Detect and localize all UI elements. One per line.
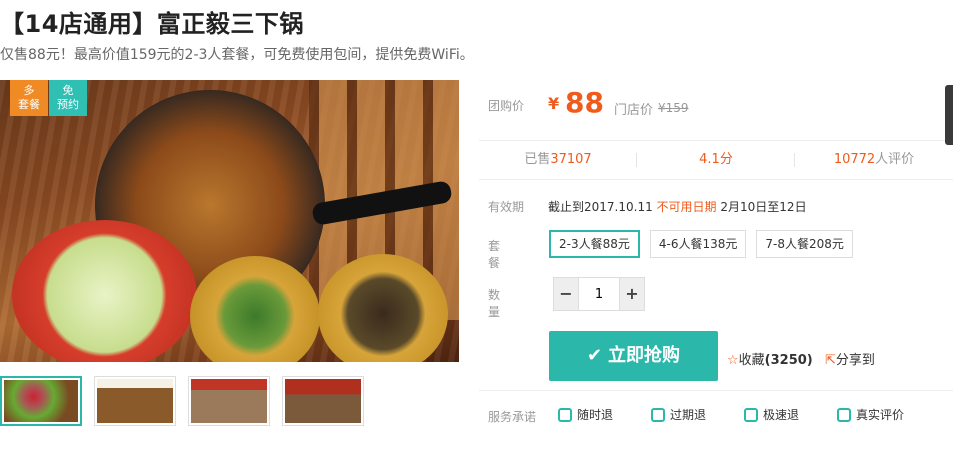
minus-button[interactable]: − <box>554 278 578 310</box>
promise-real-review: 真实评价 <box>837 406 904 423</box>
service-promise-row: 服务承诺 随时退 过期退 极速退 真实评价 <box>479 390 953 436</box>
currency-symbol: ¥ <box>548 94 560 113</box>
multi-store-badge: 多 套餐 <box>10 80 48 116</box>
no-reservation-badge: 免 预约 <box>49 80 87 116</box>
promise-refund-expired: 过期退 <box>651 406 706 423</box>
stats-bar: 已售37107 4.1分 10772人评价 <box>479 140 953 180</box>
real-review-icon <box>837 408 851 422</box>
favorite-button[interactable]: ☆收藏(3250) <box>727 349 813 368</box>
main-product-image[interactable] <box>0 80 459 362</box>
plus-button[interactable]: + <box>620 278 644 310</box>
store-price-label: 门店价 <box>614 103 654 118</box>
rating[interactable]: 4.1分 <box>637 141 795 179</box>
deal-info-panel: 团购价 ¥ 88 门店价 ¥159 已售37107 4.1分 10772人评价 … <box>479 80 953 424</box>
side-dish <box>318 254 448 362</box>
share-button[interactable]: ⇱分享到 <box>825 349 875 368</box>
quantity-input[interactable] <box>578 278 620 310</box>
combo-option-7-8[interactable]: 7-8人餐208元 <box>756 230 853 258</box>
buy-now-label: 立即抢购 <box>608 345 681 366</box>
group-price: 88 <box>565 86 604 119</box>
service-promise-label: 服务承诺 <box>488 410 537 424</box>
validity-label: 有效期 <box>488 200 525 214</box>
refund-anytime-icon <box>558 408 572 422</box>
review-count[interactable]: 10772人评价 <box>795 141 953 179</box>
deal-subtitle: 仅售88元！最高价值159元的2-3人套餐，可免费使用包间，提供免费WiFi。 <box>0 47 474 63</box>
quantity-stepper: − + <box>553 277 645 311</box>
unavailable-dates: 2月10日至12日 <box>720 200 807 214</box>
refund-expired-icon <box>651 408 665 422</box>
combo-option-4-6[interactable]: 4-6人餐138元 <box>649 230 747 258</box>
promise-fast-refund: 极速退 <box>744 406 799 423</box>
store-price: ¥159 <box>658 101 689 115</box>
thumbnail-4[interactable] <box>282 376 364 426</box>
validity-row: 有效期 截止到2017.10.11 不可用日期 2月10日至12日 <box>488 198 807 215</box>
price-row: 团购价 ¥ 88 门店价 ¥159 <box>479 80 953 136</box>
star-icon: ☆ <box>727 353 739 368</box>
cabbage-plate <box>12 220 197 362</box>
fast-refund-icon <box>744 408 758 422</box>
combo-label: 套餐 <box>488 239 501 270</box>
thumbnail-1[interactable] <box>0 376 82 426</box>
share-icon: ⇱ <box>825 353 836 368</box>
check-icon: ✔ <box>586 345 603 366</box>
side-scroll-handle[interactable] <box>945 85 953 145</box>
validity-until: 截止到2017.10.11 <box>548 200 653 214</box>
buy-now-button[interactable]: ✔ 立即抢购 <box>549 331 718 381</box>
page-title: 【14店通用】富正毅三下锅 <box>0 10 304 38</box>
unavailable-dates-label: 不可用日期 <box>656 200 717 214</box>
thumbnail-3[interactable] <box>188 376 270 426</box>
thumbnail-2[interactable] <box>94 376 176 426</box>
quantity-label: 数量 <box>488 288 501 319</box>
promise-refund-anytime: 随时退 <box>558 406 613 423</box>
sold-count: 已售37107 <box>479 141 637 179</box>
combo-option-2-3[interactable]: 2-3人餐88元 <box>549 230 640 258</box>
thumbnail-strip <box>0 376 364 426</box>
group-price-label: 团购价 <box>488 99 525 113</box>
